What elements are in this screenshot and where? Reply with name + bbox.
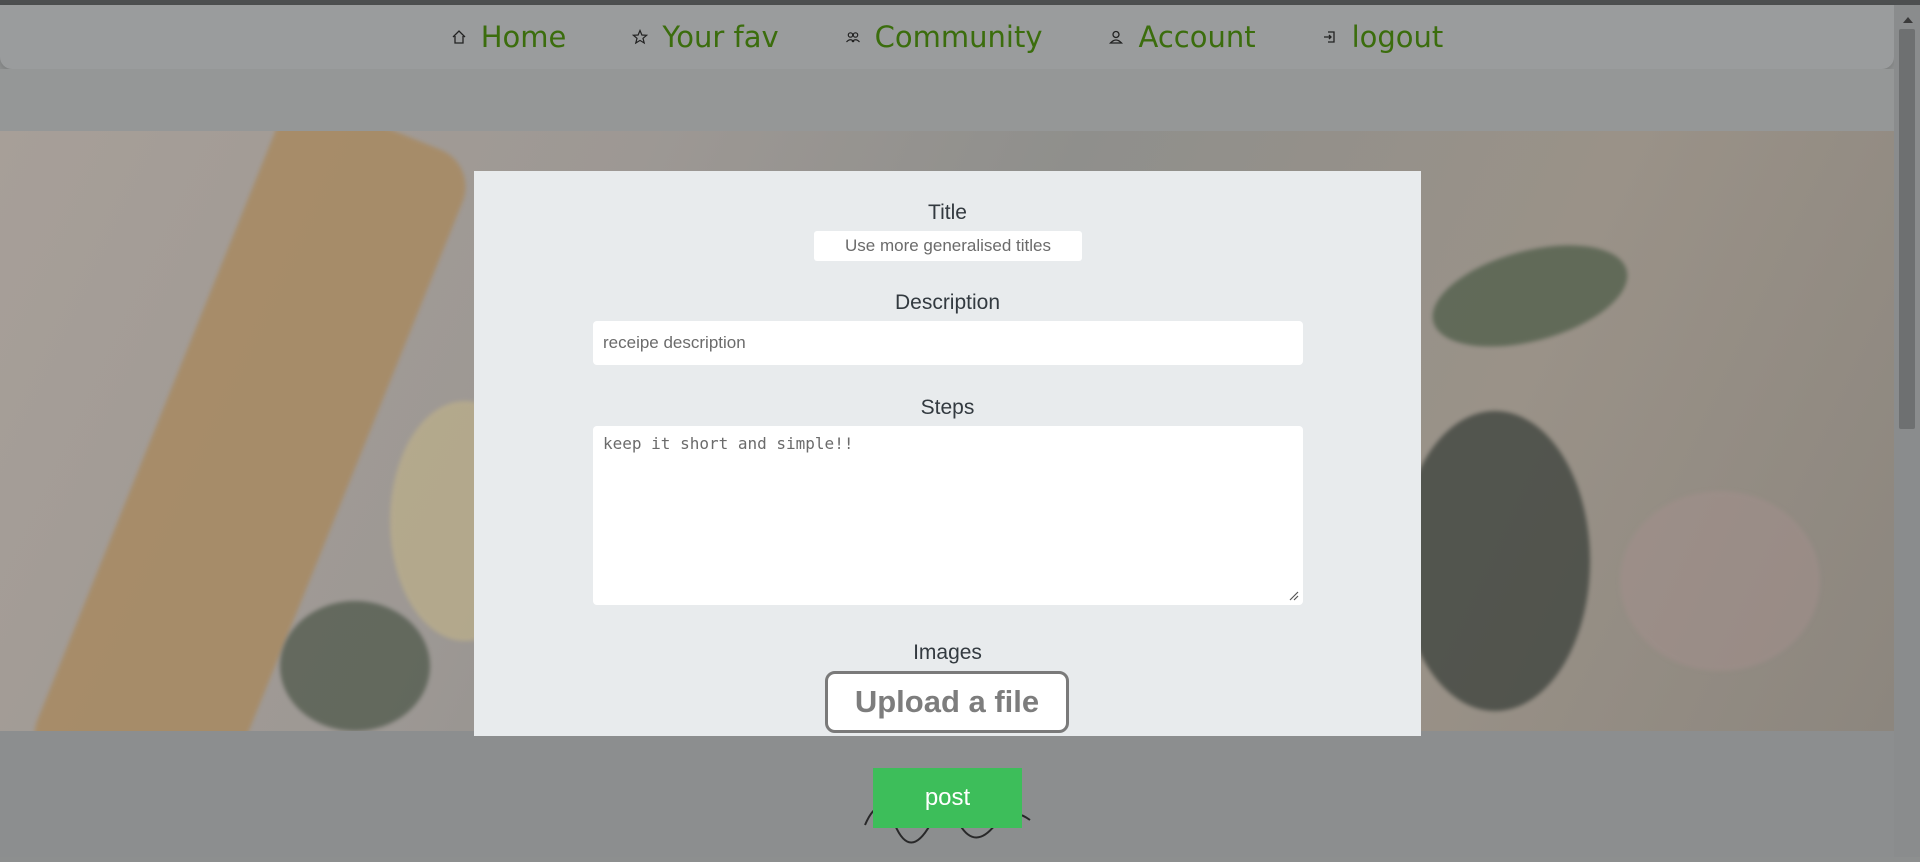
home-icon bbox=[452, 30, 466, 44]
user-icon bbox=[1109, 30, 1124, 44]
nav-community-link[interactable]: Community bbox=[845, 20, 1043, 54]
nav-home-link[interactable]: Home bbox=[451, 20, 567, 54]
nav-your-fav-label: Your fav bbox=[662, 20, 779, 54]
top-navbar: Home Your fav Community Account logout bbox=[0, 5, 1894, 69]
post-button[interactable]: post bbox=[873, 768, 1022, 828]
nav-logout-label: logout bbox=[1351, 20, 1444, 54]
scroll-up-arrow-icon[interactable] bbox=[1903, 17, 1913, 23]
header-band bbox=[0, 69, 1894, 131]
nav-list: Home Your fav Community Account logout bbox=[0, 5, 1894, 69]
title-label: Title bbox=[928, 201, 967, 224]
scrollbar-thumb[interactable] bbox=[1899, 29, 1915, 429]
new-recipe-modal: Title Description Steps Images Upload a … bbox=[474, 171, 1421, 736]
images-label: Images bbox=[913, 641, 982, 664]
nav-home-label: Home bbox=[480, 20, 567, 54]
nav-your-fav-link[interactable]: Your fav bbox=[632, 20, 779, 54]
logout-icon bbox=[1323, 31, 1335, 43]
upload-file-button[interactable]: Upload a file bbox=[825, 671, 1069, 733]
nav-logout-link[interactable]: logout bbox=[1322, 20, 1444, 54]
nav-account-link[interactable]: Account bbox=[1108, 20, 1256, 54]
description-label: Description bbox=[894, 291, 1001, 314]
description-input[interactable] bbox=[593, 321, 1303, 365]
title-input[interactable] bbox=[814, 231, 1082, 261]
nav-account-label: Account bbox=[1138, 20, 1256, 54]
community-icon bbox=[845, 32, 860, 43]
steps-label: Steps bbox=[920, 396, 975, 419]
page-scrollbar[interactable] bbox=[1894, 5, 1920, 857]
nav-community-label: Community bbox=[874, 20, 1043, 54]
steps-textarea[interactable] bbox=[593, 426, 1303, 605]
star-icon bbox=[632, 29, 649, 45]
resize-handle-icon[interactable] bbox=[1289, 591, 1299, 601]
